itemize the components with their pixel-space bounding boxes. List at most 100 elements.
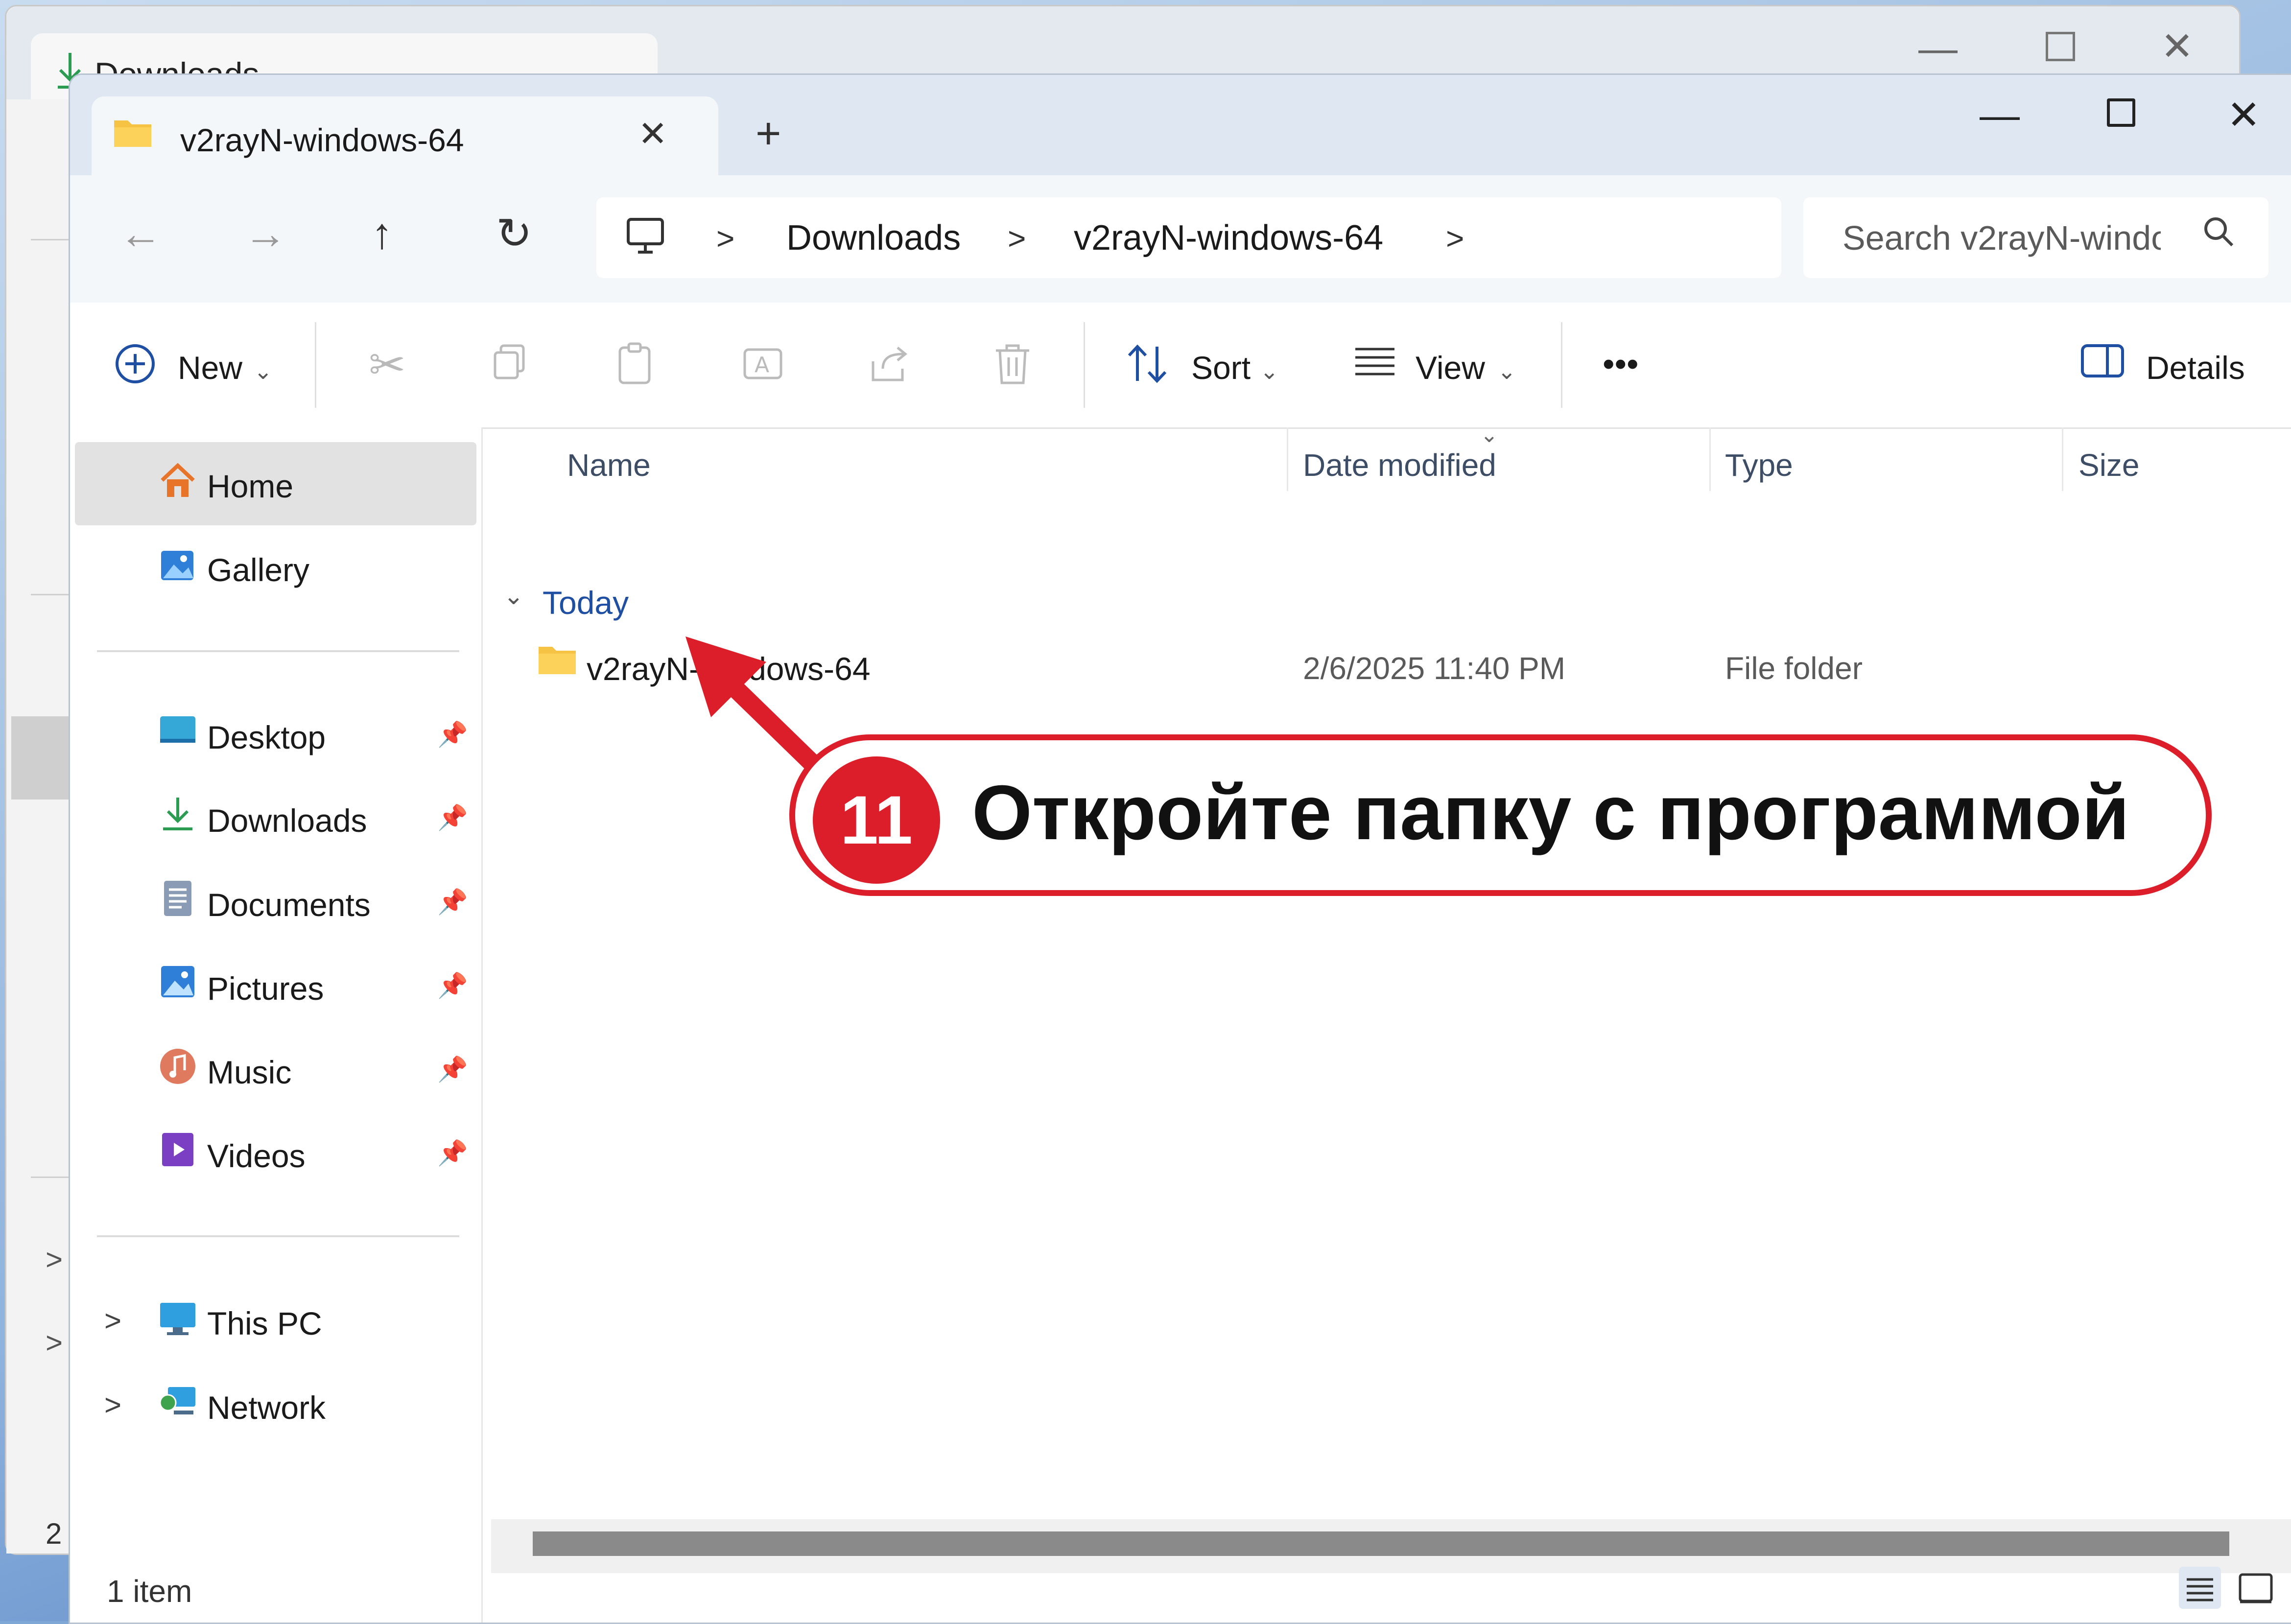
background-close-icon[interactable]: ✕ xyxy=(2161,24,2194,69)
search-icon[interactable] xyxy=(2200,213,2237,250)
sidebar-item-desktop[interactable]: Desktop xyxy=(207,719,326,756)
rename-icon[interactable]: A xyxy=(741,342,785,386)
new-plus-icon[interactable] xyxy=(113,342,157,386)
breadcrumb-separator-icon: > xyxy=(1008,221,1026,256)
details-pane-icon[interactable] xyxy=(2080,342,2126,381)
gallery-icon xyxy=(161,551,193,580)
close-icon[interactable]: ✕ xyxy=(2227,95,2261,136)
pin-icon[interactable]: 📌 xyxy=(437,1055,468,1084)
toolbar-divider xyxy=(1084,322,1085,408)
column-divider[interactable] xyxy=(1709,427,1711,491)
downloads-icon xyxy=(163,798,192,830)
sidebar-divider xyxy=(97,650,459,652)
background-minimize-icon[interactable]: — xyxy=(1918,26,1958,71)
pin-icon[interactable]: 📌 xyxy=(437,720,468,749)
sidebar-item-videos[interactable]: Videos xyxy=(207,1137,306,1175)
breadcrumb-expand-icon[interactable]: > xyxy=(1446,220,1464,257)
this-pc-icon[interactable] xyxy=(626,217,665,256)
column-header-date-modified[interactable]: Date modified xyxy=(1303,447,1496,483)
desktop-icon xyxy=(160,716,195,743)
maximize-icon[interactable] xyxy=(2107,98,2135,127)
network-icon xyxy=(159,1387,195,1414)
column-header-name[interactable]: Name xyxy=(567,447,651,483)
navigation-pane xyxy=(70,427,483,1623)
breadcrumb-current-folder[interactable]: v2rayN-windows-64 xyxy=(1074,218,1383,258)
pin-icon[interactable]: 📌 xyxy=(437,971,468,1000)
sidebar-item-documents[interactable]: Documents xyxy=(207,886,371,923)
file-date-modified: 2/6/2025 11:40 PM xyxy=(1303,651,1566,686)
pin-icon[interactable]: 📌 xyxy=(437,803,468,832)
pin-icon[interactable]: 📌 xyxy=(437,888,468,917)
expand-network-icon[interactable]: > xyxy=(104,1388,121,1422)
callout-text: Откройте папку с программой xyxy=(972,770,2129,856)
toolbar-divider xyxy=(315,322,316,408)
details-button[interactable]: Details xyxy=(2146,349,2245,386)
sort-icon[interactable] xyxy=(1125,342,1172,386)
details-view-icon[interactable] xyxy=(2178,1566,2222,1610)
back-arrow-icon[interactable]: ← xyxy=(119,212,162,255)
minimize-icon[interactable]: — xyxy=(1980,95,2020,136)
sidebar-item-downloads[interactable]: Downloads xyxy=(207,802,367,839)
sidebar-item-home[interactable]: Home xyxy=(207,468,293,505)
background-sidebar xyxy=(6,99,75,1553)
file-type: File folder xyxy=(1725,651,1863,686)
red-arrow-icon xyxy=(685,636,822,773)
new-button[interactable]: New xyxy=(178,349,242,386)
step-number-badge: 11 xyxy=(813,756,940,884)
expand-this-pc-icon[interactable]: > xyxy=(104,1304,121,1338)
home-icon xyxy=(161,463,195,497)
large-icons-view-icon[interactable] xyxy=(2234,1566,2278,1610)
refresh-icon[interactable]: ↻ xyxy=(496,212,532,255)
background-sidebar-selection xyxy=(11,716,75,800)
documents-icon xyxy=(164,881,191,916)
up-arrow-icon[interactable]: ↑ xyxy=(371,212,393,255)
new-tab-button[interactable]: + xyxy=(756,112,781,156)
sidebar-divider xyxy=(97,1235,459,1237)
sidebar-item-network[interactable]: Network xyxy=(207,1389,326,1426)
pictures-icon xyxy=(161,966,194,997)
folder-icon xyxy=(114,120,151,147)
sidebar-item-music[interactable]: Music xyxy=(207,1054,291,1091)
view-icon[interactable] xyxy=(1353,342,1397,381)
background-expand-icon[interactable]: > xyxy=(46,1243,63,1276)
column-header-type[interactable]: Type xyxy=(1725,447,1793,483)
status-item-count: 1 item xyxy=(107,1574,192,1609)
tab-title: v2rayN-windows-64 xyxy=(180,122,464,158)
delete-icon[interactable] xyxy=(993,342,1032,386)
share-icon[interactable] xyxy=(868,342,912,386)
group-header-today[interactable]: Today xyxy=(543,584,629,621)
background-expand-icon[interactable]: > xyxy=(46,1326,63,1360)
sidebar-item-this-pc[interactable]: This PC xyxy=(207,1305,322,1342)
cut-icon[interactable]: ✂ xyxy=(369,339,405,391)
background-maximize-icon[interactable] xyxy=(2046,32,2075,61)
forward-arrow-icon[interactable]: → xyxy=(244,212,287,255)
more-options-icon[interactable]: ••• xyxy=(1603,344,1639,383)
folder-icon xyxy=(539,647,576,674)
svg-text:A: A xyxy=(755,353,769,377)
column-header-size[interactable]: Size xyxy=(2078,447,2140,483)
sort-chevron-down-icon[interactable]: ⌄ xyxy=(1260,358,1279,384)
copy-icon[interactable] xyxy=(491,342,530,381)
paste-icon[interactable] xyxy=(616,342,655,386)
group-collapse-chevron-icon[interactable]: ⌄ xyxy=(503,582,524,610)
music-icon xyxy=(160,1049,195,1084)
sort-indicator-chevron-icon: ⌄ xyxy=(1480,423,1498,447)
sidebar-item-pictures[interactable]: Pictures xyxy=(207,970,324,1007)
horizontal-scrollbar-thumb[interactable] xyxy=(533,1531,2229,1556)
videos-icon xyxy=(162,1133,193,1166)
sort-button[interactable]: Sort xyxy=(1191,349,1251,386)
this-pc-monitor-icon xyxy=(160,1303,195,1335)
pin-icon[interactable]: 📌 xyxy=(437,1139,468,1168)
column-divider[interactable] xyxy=(2062,427,2063,491)
breadcrumb-separator-icon: > xyxy=(716,221,735,256)
toolbar-divider xyxy=(1561,322,1562,408)
view-button[interactable]: View xyxy=(1416,349,1485,386)
column-divider[interactable] xyxy=(1287,427,1288,491)
sidebar-item-gallery[interactable]: Gallery xyxy=(207,551,309,588)
search-input[interactable]: Search v2rayN-windows-64 xyxy=(1842,218,2161,258)
view-chevron-down-icon[interactable]: ⌄ xyxy=(1497,358,1516,384)
tab-close-icon[interactable]: ✕ xyxy=(638,113,667,154)
background-count: 2 xyxy=(46,1517,62,1550)
breadcrumb-downloads[interactable]: Downloads xyxy=(786,218,961,258)
new-chevron-down-icon[interactable]: ⌄ xyxy=(254,358,273,384)
